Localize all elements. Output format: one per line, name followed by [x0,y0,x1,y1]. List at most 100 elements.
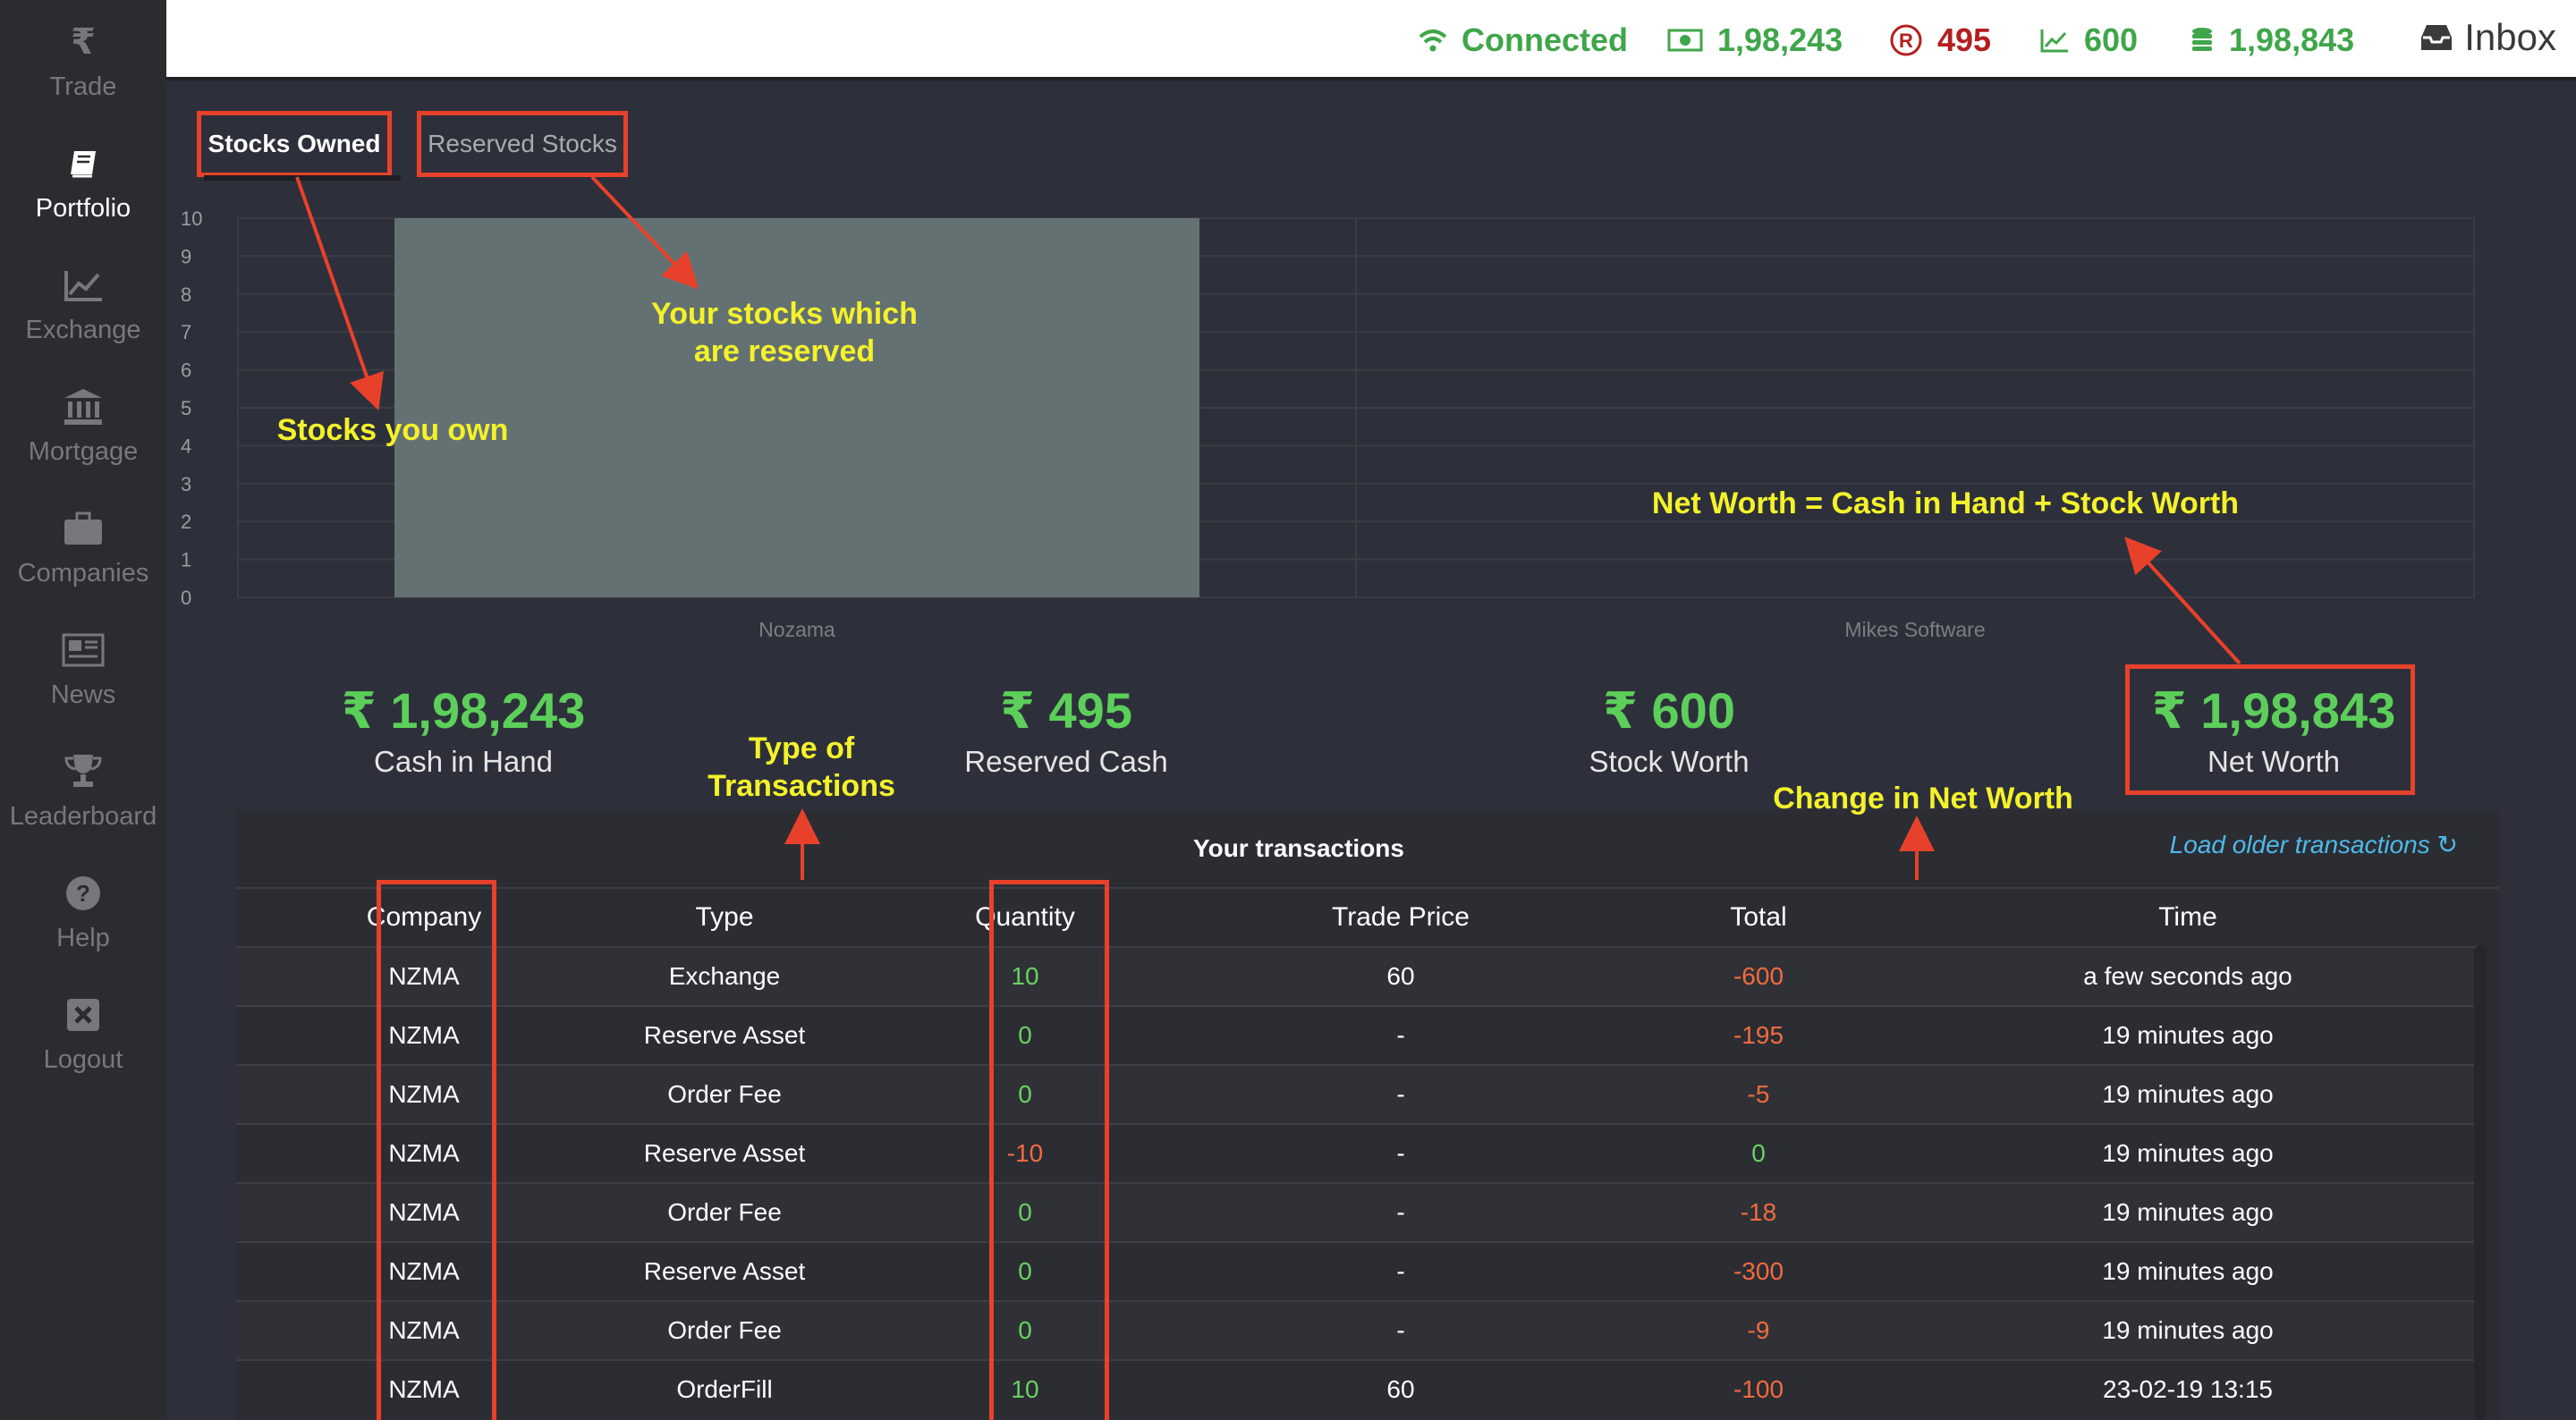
table-header-row: Company Type Quantity Trade Price Total … [236,887,2499,946]
x-tick-label: Mikes Software [1844,618,1985,641]
sidebar-item-companies[interactable]: Companies [0,486,166,608]
table-scrollbar[interactable] [2474,946,2487,1420]
annotation-stocks-you-own: Stocks you own [276,413,509,447]
book-icon [62,142,105,185]
stock-worth-label: Stock Worth [1589,745,1750,778]
cash-in-hand-value: ₹ 1,98,243 [341,682,586,739]
net-worth-value: 1,98,843 [2229,21,2355,58]
refresh-icon: ↻ [2436,831,2458,858]
cell-type: Order Fee [667,1080,782,1108]
bank-icon [62,385,105,428]
annotation-reserved-line1: Your stocks which [651,297,918,331]
sidebar-item-leaderboard[interactable]: Leaderboard [0,730,166,851]
cell-type: Reserve Asset [643,1021,806,1049]
chart-line-icon [62,264,105,307]
stock-worth-summary: ₹ 600 Stock Worth [1517,678,1821,780]
sidebar-item-label: Trade [49,72,117,101]
tab-reserved-stocks[interactable]: Reserved Stocks [417,111,628,177]
cell-total: 0 [1751,1139,1766,1167]
annotation-reserved-line2: are reserved [693,334,876,368]
svg-text:?: ? [76,880,90,907]
annotation-type-line2: Transactions [708,769,895,803]
cell-type: Reserve Asset [643,1139,806,1167]
cell-type: OrderFill [676,1375,773,1403]
transactions-panel: Your transactions Load older transaction… [236,810,2499,1420]
reserved-cash-summary: ₹ 495 Reserved Cash [914,678,1218,780]
cell-time: 23-02-19 13:15 [2103,1375,2273,1403]
tab-stocks-owned[interactable]: Stocks Owned [197,111,392,177]
y-tick-label: 1 [181,549,191,571]
stocks-bar-chart: 0 1 2 3 4 5 6 7 8 9 10 Nozama Mikes Software [181,207,2475,641]
inbox-label: Inbox [2464,16,2556,58]
sidebar-item-label: Help [56,923,110,952]
header-total[interactable]: Total [1589,889,1928,946]
sidebar-item-label: Portfolio [35,193,131,223]
cell-trade-price: - [1396,1080,1405,1108]
inbox-button[interactable]: Inbox [2419,16,2556,59]
header-time[interactable]: Time [1928,889,2447,946]
cell-trade-price: - [1396,1139,1405,1167]
chart-line-icon [2040,30,2068,53]
table-row: NZMA Order Fee 0- -5 19 minutes ago [236,1064,2481,1123]
table-row: NZMA Order Fee 0- -18 19 minutes ago [236,1182,2481,1241]
stock-worth-stat: 600 [2039,20,2138,61]
money-icon [1667,29,1703,52]
table-row: NZMA Exchange 10 60 -600 a few seconds ago [236,946,2481,1005]
cell-time: 19 minutes ago [2102,1139,2274,1167]
cell-total: -600 [1733,962,1784,990]
y-tick-label: 9 [181,245,191,267]
header-type[interactable]: Type [612,889,837,946]
sidebar-item-portfolio[interactable]: Portfolio [0,122,166,243]
cell-type: Reserve Asset [643,1257,806,1285]
type-column-highlight [377,880,496,1420]
header-trade-price[interactable]: Trade Price [1213,889,1589,946]
sidebar-item-label: Exchange [25,315,141,344]
connection-status-text: Connected [1462,21,1629,58]
sidebar-item-label: Mortgage [28,436,139,466]
y-tick-label: 2 [181,511,191,533]
svg-text:R: R [1899,30,1913,52]
cell-total: -5 [1747,1080,1770,1108]
y-tick-label: 0 [181,587,191,609]
question-icon: ? [62,872,105,915]
sidebar-item-label: Companies [17,558,149,587]
sidebar: ₹ Trade Portfolio Exchange Mortgage Comp… [0,0,166,1420]
cell-total: -18 [1740,1198,1777,1226]
reserved-cash-value: ₹ 495 [1000,682,1132,739]
load-older-transactions-link[interactable]: Load older transactions ↻ [2170,830,2458,859]
cell-time: 19 minutes ago [2102,1021,2274,1049]
net-worth-stat: 1,98,843 [2190,20,2354,61]
chart-bar[interactable] [394,218,1199,597]
sidebar-item-mortgage[interactable]: Mortgage [0,365,166,486]
cell-time: a few seconds ago [2083,962,2292,990]
y-tick-label: 6 [181,359,191,382]
reserved-value: 495 [1937,21,1992,58]
y-tick-label: 7 [181,321,191,343]
net-worth-highlight-box [2125,664,2415,795]
cash-value: 1,98,243 [1717,21,1843,58]
registered-icon: R [1890,24,1922,56]
sidebar-item-trade[interactable]: ₹ Trade [0,0,166,122]
cell-time: 19 minutes ago [2102,1316,2274,1344]
cell-time: 19 minutes ago [2102,1080,2274,1108]
cell-trade-price: - [1396,1198,1405,1226]
sidebar-item-logout[interactable]: Logout [0,973,166,1095]
sidebar-item-news[interactable]: News [0,608,166,730]
reserved-stat: R 495 [1889,20,1991,61]
sidebar-item-exchange[interactable]: Exchange [0,243,166,365]
cash-in-hand-label: Cash in Hand [374,745,553,778]
annotation-change-net-worth: Change in Net Worth [1773,782,2073,816]
cell-trade-price: 60 [1386,1375,1415,1403]
y-tick-label: 5 [181,397,191,419]
table-row: NZMA Reserve Asset 0- -195 19 minutes ago [236,1005,2481,1064]
table-row: NZMA Reserve Asset -10-0 19 minutes ago [236,1123,2481,1182]
cash-stat: 1,98,243 [1667,20,1843,61]
reserved-cash-label: Reserved Cash [964,745,1168,778]
coins-icon [2192,28,2212,51]
sidebar-item-help[interactable]: ? Help [0,851,166,973]
y-tick-label: 4 [181,435,191,457]
cash-in-hand-summary: ₹ 1,98,243 Cash in Hand [311,678,615,780]
cell-trade-price: - [1396,1316,1405,1344]
cell-trade-price: - [1396,1021,1405,1049]
trophy-icon [62,750,105,793]
